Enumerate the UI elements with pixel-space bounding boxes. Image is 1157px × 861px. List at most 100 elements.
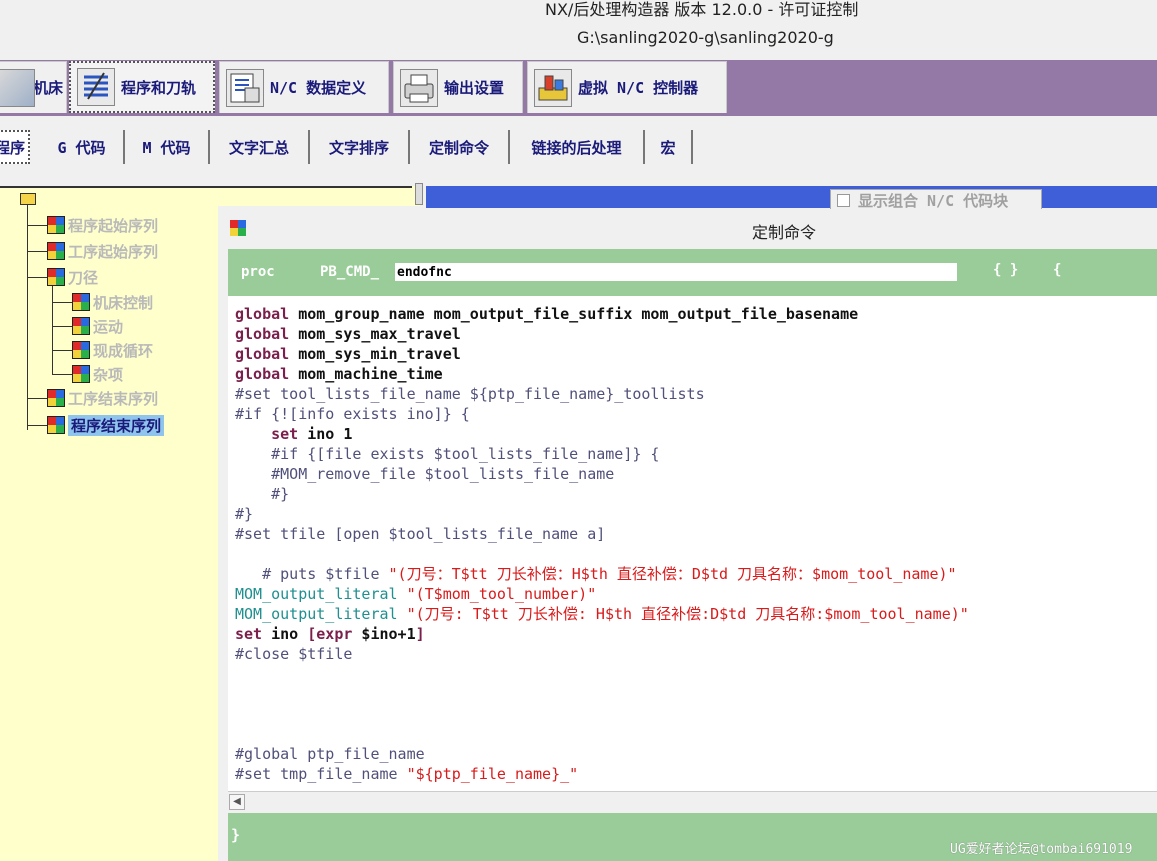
tab-output-settings[interactable]: 输出设置 [393,61,523,113]
main-tab-bar: 机床 程序和刀轨 N/C 数据定义 输出设置 虚拟 N/C 控制器 [0,60,1157,116]
tree-item-label: 杂项 [93,365,124,384]
tree-item-program-end[interactable]: 程序结束序列 [47,414,165,436]
folder-icon[interactable] [20,193,36,205]
code-token: MOM_output_literal [235,585,398,603]
code-token: #} [235,485,290,503]
cube-icon [47,416,65,434]
tab-virtual-nc-controller[interactable]: 虚拟 N/C 控制器 [527,61,727,113]
tab-nc-data-definition[interactable]: N/C 数据定义 [219,61,389,113]
code-line: #set tmp_file_name "${ptp_file_name}_" [235,764,578,784]
code-token: # puts $tfile [235,565,389,583]
tree-item-label: 现成循环 [93,341,154,360]
code-line: #if {[file exists $tool_lists_file_name]… [235,444,659,464]
tab-label: 虚拟 N/C 控制器 [578,79,699,97]
tree-item-label: 工序起始序列 [68,242,159,261]
code-token: "(T$mom_tool_number)" [397,585,597,603]
combine-nc-blocks-checkbox[interactable]: 显示组合 N/C 代码块 [830,189,1042,211]
subtab-m-code[interactable]: M 代码 [125,130,210,164]
tree-item-motion[interactable]: 运动 [72,315,123,337]
tree-connector [52,374,72,375]
tree-connector [27,225,47,226]
tree-connector [52,286,53,374]
cube-icon [47,389,65,407]
code-token: $ino+1 [352,625,416,643]
code-line: #close $tfile [235,644,352,664]
code-line: MOM_output_literal "(T$mom_tool_number)" [235,584,596,604]
subtab-program[interactable]: 程序 [0,130,30,164]
code-token: ] [415,625,425,643]
code-token: set [235,625,263,643]
code-line: global mom_sys_max_travel [235,324,461,344]
cube-icon [72,293,90,311]
tree-connector [27,205,28,430]
subtab-linked-posts[interactable]: 链接的后处理 [510,130,645,164]
tab-label: 机床 [33,79,64,97]
dialog-title: 定制命令 [752,223,817,242]
code-token: mom_group_name mom_output_file_suffix mo… [289,305,859,323]
subtab-custom-command[interactable]: 定制命令 [410,130,510,164]
subtab-word-summary[interactable]: 文字汇总 [210,130,310,164]
code-token: #set tmp_file_name [235,765,407,783]
subtab-g-code[interactable]: G 代码 [40,130,125,164]
sequence-header-bar [426,186,1157,208]
scroll-left-arrow-icon[interactable]: ◀ [229,794,245,810]
file-path-text: G:\sanling2020-g\sanling2020-g [577,28,834,47]
code-line: #} [235,504,253,524]
tree-item-label: 程序结束序列 [68,414,165,436]
tree-divider [0,186,412,188]
code-token: [expr [307,625,353,643]
tree-connector [52,350,72,351]
checkbox-box[interactable] [837,193,850,207]
virtual-controller-icon [534,68,572,107]
splitter-handle[interactable] [415,183,423,205]
subtab-word-sequencing[interactable]: 文字排序 [310,130,410,164]
code-line: #global ptp_file_name [235,744,425,764]
subtab-macro[interactable]: 宏 [645,130,693,164]
tree-item-machine-control[interactable]: 机床控制 [72,291,153,313]
tree-item-label: 机床控制 [93,293,154,312]
code-line: MOM_output_literal "(刀号: T$tt 刀长补偿: H$th… [235,604,969,624]
tree-item-program-start[interactable]: 程序起始序列 [47,214,158,236]
tree-connector [52,302,72,303]
code-line: global mom_machine_time [235,364,443,384]
file-path: G:\sanling2020-g\sanling2020-g [0,28,1157,50]
checkbox-label: 显示组合 N/C 代码块 [858,191,1009,210]
dialog-app-icon [230,220,246,236]
horizontal-scrollbar[interactable] [228,791,1157,814]
code-token: #} [235,505,254,523]
cube-icon [47,216,65,234]
tab-program-toolpath[interactable]: 程序和刀轨 [69,61,215,113]
tree-item-label: 刀径 [68,268,99,287]
command-name-input[interactable] [395,263,957,281]
dialog-title-bar: 定制命令 [218,209,1157,247]
code-token: ino [262,625,308,643]
code-token: global [235,365,290,383]
code-token: MOM_output_literal [235,605,398,623]
tree-item-label: 程序起始序列 [68,216,159,235]
tab-machine-tool[interactable]: 机床 [0,61,67,113]
code-line: #if {![info exists ino]} { [235,404,470,424]
cube-icon [72,365,90,383]
tree-item-canned-cycles[interactable]: 现成循环 [72,339,153,361]
braces-label: { } [993,262,1019,278]
code-line: # puts $tfile "(刀号：T$tt 刀长补偿：H$th 直径补偿：D… [235,564,957,584]
tree-connector [27,425,47,426]
sub-tab-bar: 程序 G 代码 M 代码 文字汇总 文字排序 定制命令 链接的后处理 宏 [0,116,1157,186]
tree-item-operation-end[interactable]: 工序结束序列 [47,387,158,409]
tree-connector [52,326,72,327]
forum-watermark: UG爱好者论坛@tombai691019 [950,842,1133,857]
tree-item-label: 运动 [93,317,124,336]
code-line: #} [235,484,289,504]
sequence-tree [0,186,218,861]
nc-data-icon [226,68,264,107]
tree-item-operation-start[interactable]: 工序起始序列 [47,240,158,262]
tree-item-miscellaneous[interactable]: 杂项 [72,363,123,385]
code-token: set [271,425,299,443]
code-token: global [235,345,290,363]
code-token: "(刀号：T$tt 刀长补偿：H$th 直径补偿：D$td 刀具名称：$mom_… [388,565,957,583]
tree-connector [27,398,47,399]
tree-item-toolpath[interactable]: 刀径 [47,266,98,288]
code-token: mom_machine_time [289,365,443,383]
code-line: global mom_sys_min_travel [235,344,461,364]
